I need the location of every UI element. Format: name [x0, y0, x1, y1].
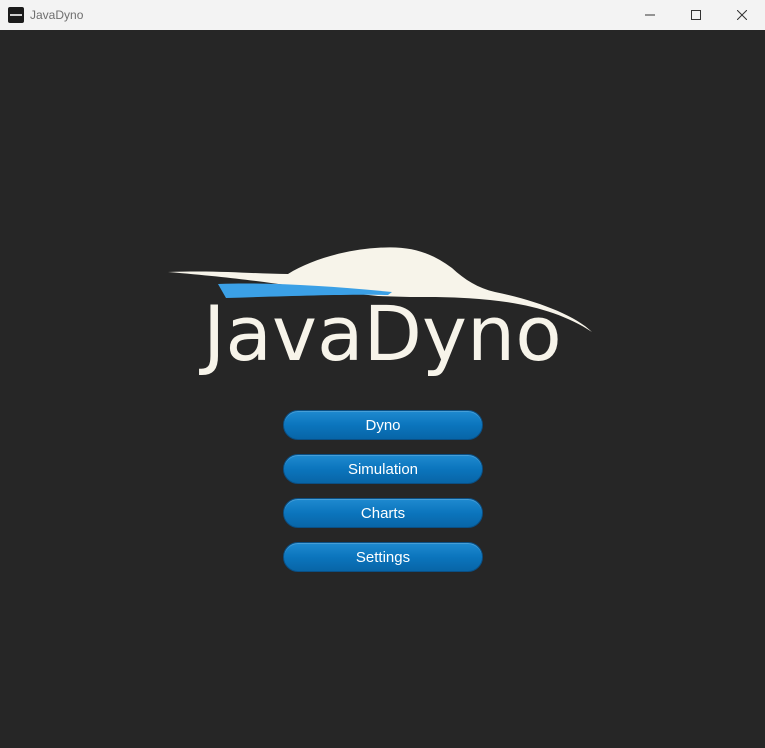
app-window: JavaDyno JavaDyno Dyno Simulation Charts…: [0, 0, 765, 748]
title-bar[interactable]: JavaDyno: [0, 0, 765, 30]
dyno-button[interactable]: Dyno: [283, 410, 483, 440]
maximize-icon: [691, 10, 701, 20]
window-title: JavaDyno: [30, 8, 84, 22]
maximize-button[interactable]: [673, 0, 719, 30]
window-controls: [627, 0, 765, 30]
main-content: JavaDyno Dyno Simulation Charts Settings: [0, 30, 765, 748]
javadyno-logo: JavaDyno: [160, 240, 600, 410]
close-button[interactable]: [719, 0, 765, 30]
charts-button[interactable]: Charts: [283, 498, 483, 528]
minimize-icon: [645, 14, 655, 16]
close-icon: [737, 10, 747, 20]
logo-wordmark: JavaDyno: [203, 289, 562, 378]
simulation-button[interactable]: Simulation: [283, 454, 483, 484]
minimize-button[interactable]: [627, 0, 673, 30]
settings-button[interactable]: Settings: [283, 542, 483, 572]
app-icon: [8, 7, 24, 23]
